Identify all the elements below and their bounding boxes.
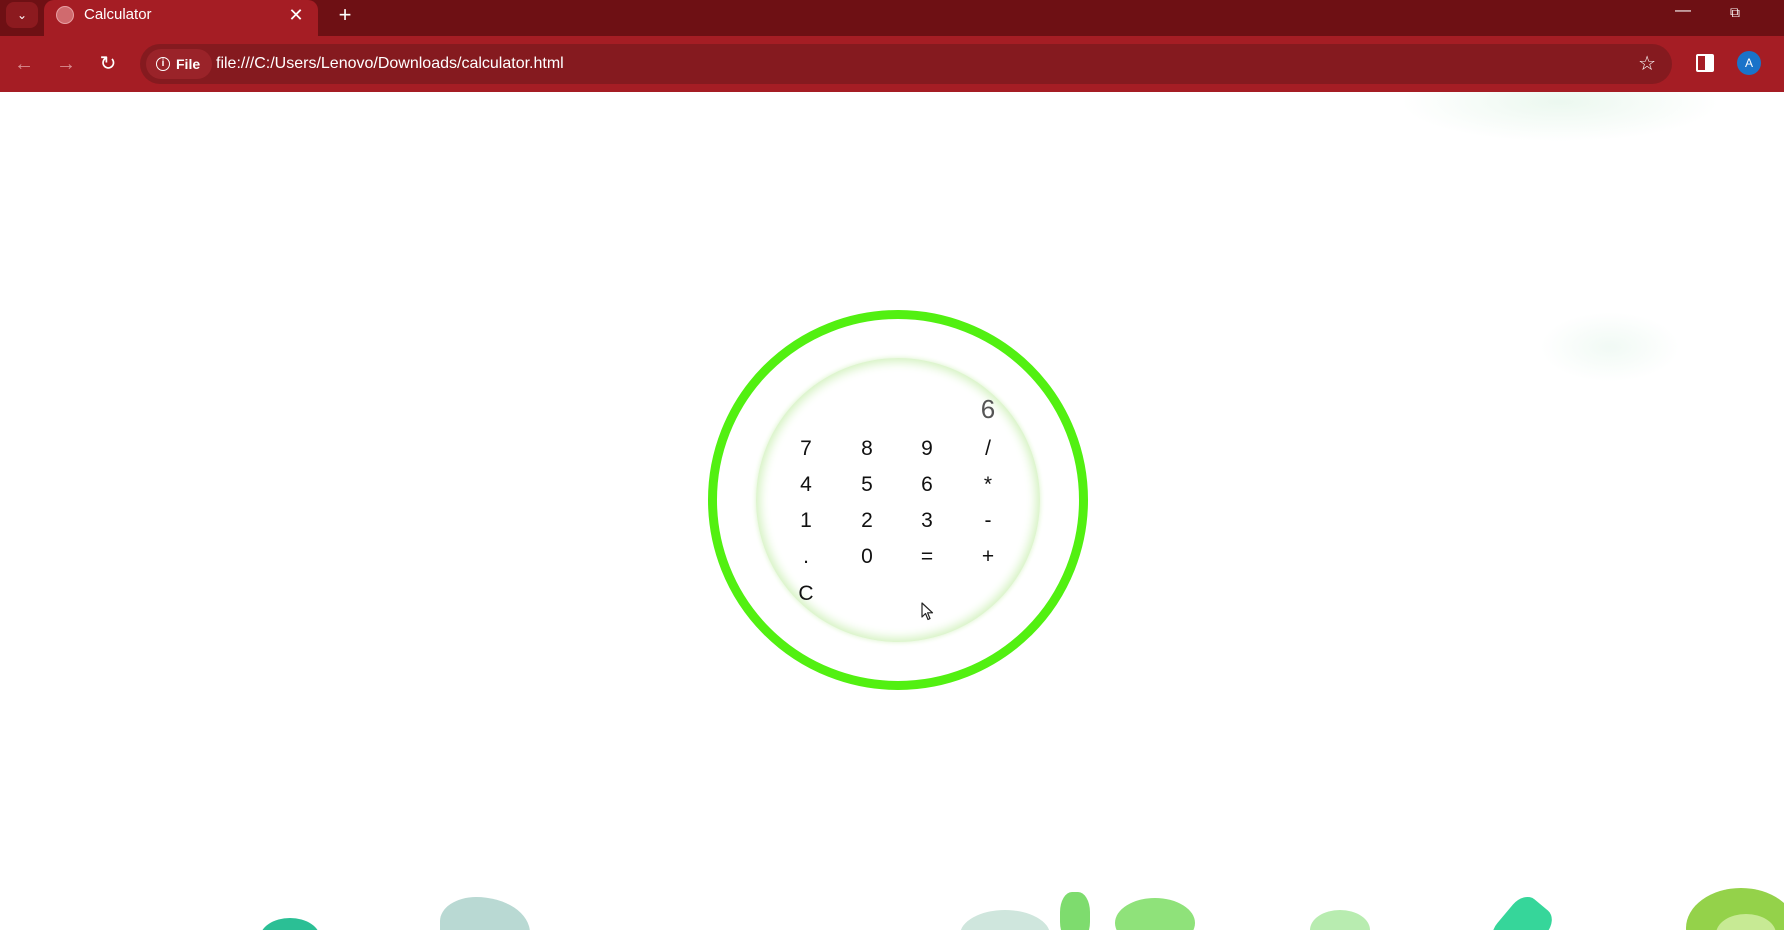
star-icon[interactable]: ☆ [1638,52,1656,76]
close-icon[interactable]: ✕ [286,5,306,25]
calculator-display: 6 [980,394,996,424]
site-info-chip[interactable]: i File [146,49,213,79]
side-panel-icon[interactable] [1696,54,1714,72]
key-divide[interactable]: / [968,434,1008,464]
decorative-blob [260,918,320,930]
tab-calculator[interactable]: Calculator ✕ [44,0,318,36]
decorative-blob [1400,92,1720,142]
info-icon: i [156,57,170,71]
decorative-blob [440,897,530,930]
reload-button[interactable]: ↻ [94,50,122,78]
minimize-icon[interactable]: — [1668,2,1698,24]
key-subtract[interactable]: - [968,506,1008,536]
key-8[interactable]: 8 [847,434,887,464]
key-3[interactable]: 3 [907,506,947,536]
restore-icon[interactable]: ⧉ [1720,4,1750,26]
key-equals[interactable]: = [907,542,947,572]
tab-search-button[interactable]: ⌄ [6,2,38,28]
key-add[interactable]: + [968,542,1008,572]
decorative-blob [1115,898,1195,930]
decorative-blob [1485,890,1559,930]
tab-strip: ⌄ Calculator ✕ + — ⧉ [0,0,1784,36]
url-text[interactable]: file:///C:/Users/Lenovo/Downloads/calcul… [216,54,564,74]
key-2[interactable]: 2 [847,506,887,536]
avatar[interactable]: A [1737,51,1761,75]
new-tab-button[interactable]: + [332,2,358,28]
forward-button[interactable]: → [52,50,80,78]
tab-title: Calculator [84,6,152,23]
decorative-blob [1060,892,1090,930]
browser-window: ⌄ Calculator ✕ + — ⧉ ← → ↻ i File file:/… [0,0,1784,930]
decorative-blob [1310,910,1370,930]
key-multiply[interactable]: * [968,470,1008,500]
key-6[interactable]: 6 [907,470,947,500]
arrow-left-icon: ← [14,53,34,75]
back-button[interactable]: ← [10,50,38,78]
chevron-down-icon: ⌄ [16,8,28,22]
key-9[interactable]: 9 [907,434,947,464]
arrow-right-icon: → [56,53,76,75]
key-4[interactable]: 4 [786,470,826,500]
decorative-blob [960,910,1050,930]
key-1[interactable]: 1 [786,506,826,536]
mouse-cursor-icon [921,602,934,621]
key-5[interactable]: 5 [847,470,887,500]
key-decimal[interactable]: . [786,542,826,572]
address-bar[interactable]: i File file:///C:/Users/Lenovo/Downloads… [140,44,1672,84]
key-7[interactable]: 7 [786,434,826,464]
key-clear[interactable]: C [786,579,826,609]
toolbar: ← → ↻ i File file:///C:/Users/Lenovo/Dow… [0,36,1784,92]
calculator: 6 7 8 9 / 4 5 6 * 1 2 3 - . 0 = + C [708,310,1088,690]
key-0[interactable]: 0 [847,542,887,572]
reload-icon: ↻ [99,53,117,75]
site-chip-label: File [176,56,201,72]
globe-icon [56,6,74,24]
decorative-blob [1540,312,1680,382]
